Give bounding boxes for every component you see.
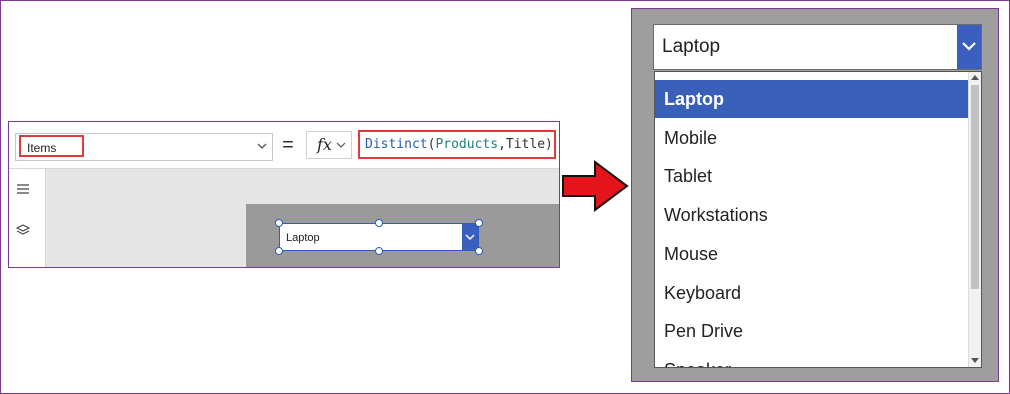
dropdown-option[interactable]: Keyboard	[655, 274, 968, 312]
scroll-down-icon[interactable]	[971, 358, 979, 363]
formula-close-paren: )	[545, 137, 553, 152]
chevron-down-icon	[257, 143, 267, 149]
dropdown-option[interactable]: Laptop	[655, 80, 968, 118]
resize-handle[interactable]	[475, 247, 483, 255]
editor-panel: Items = fx Distinct(Products,Title) Lapt…	[8, 121, 560, 268]
scroll-thumb[interactable]	[971, 85, 979, 289]
chevron-down-icon	[465, 234, 475, 241]
dropdown-field[interactable]: Laptop	[653, 24, 982, 70]
formula-comma: ,	[498, 137, 506, 152]
dropdown-option[interactable]: Pen Drive	[655, 312, 968, 350]
formula-arg-source: Products	[435, 137, 499, 152]
scroll-up-icon[interactable]	[971, 75, 979, 80]
formula-function: Distinct	[365, 137, 428, 152]
property-dropdown[interactable]: Items	[15, 133, 273, 161]
dropdown-option[interactable]: Tablet	[655, 157, 968, 195]
dropdown-value: Laptop	[286, 232, 320, 244]
dropdown-button[interactable]	[462, 224, 478, 250]
formula-arg-column: Title	[505, 137, 546, 152]
left-rail	[9, 169, 46, 267]
arrow-right-icon	[562, 160, 629, 212]
formula-bar: Items = fx Distinct(Products,Title)	[9, 122, 559, 169]
dropdown-option[interactable]: Speaker	[655, 351, 968, 367]
dropdown-selected-value: Laptop	[662, 36, 721, 57]
resize-handle[interactable]	[375, 247, 383, 255]
resize-handle[interactable]	[275, 219, 283, 227]
chevron-down-icon	[336, 142, 346, 148]
hamburger-icon[interactable]	[15, 181, 31, 197]
scrollbar[interactable]	[968, 72, 981, 367]
fx-label: fx	[317, 135, 332, 154]
layers-icon[interactable]	[15, 222, 31, 238]
chevron-down-icon	[962, 42, 976, 51]
dropdown-option[interactable]: Mouse	[655, 235, 968, 273]
formula-input[interactable]: Distinct(Products,Title)	[358, 130, 556, 159]
resize-handle[interactable]	[375, 219, 383, 227]
dropdown-options-list: Laptop Mobile Tablet Workstations Mouse …	[654, 71, 982, 368]
dropdown-preview-panel: Laptop Laptop Mobile Tablet Workstations…	[631, 8, 999, 382]
property-name: Items	[19, 135, 84, 157]
dropdown-option[interactable]: Workstations	[655, 196, 968, 234]
resize-handle[interactable]	[475, 219, 483, 227]
dropdown-option[interactable]: Mobile	[655, 119, 968, 157]
equals-sign: =	[282, 134, 294, 156]
fx-button[interactable]: fx	[306, 131, 352, 159]
resize-handle[interactable]	[275, 247, 283, 255]
dropdown-toggle-button[interactable]	[957, 25, 981, 69]
